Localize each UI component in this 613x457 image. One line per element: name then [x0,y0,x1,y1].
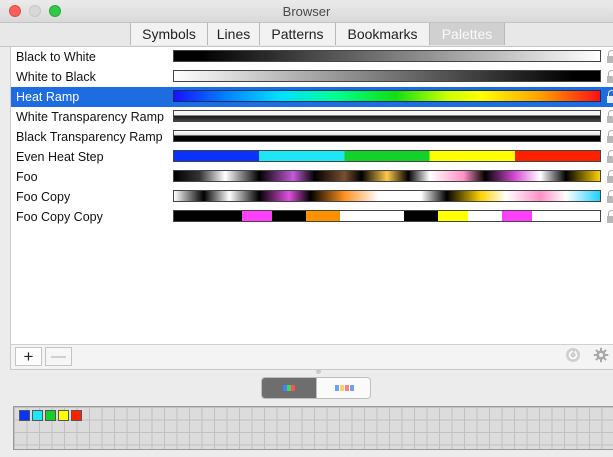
palette-chip-icon [334,385,339,391]
add-palette-button[interactable]: + [15,347,42,366]
palette-name: Black Transparency Ramp [16,130,163,144]
lock-icon [607,90,613,104]
palette-preview [173,70,601,82]
palette-row[interactable]: Foo Copy Copy [11,207,613,227]
palette-preview [173,150,601,162]
palette-preview [173,190,601,202]
palette-name: Black to White [16,50,96,64]
palette-row[interactable]: White Transparency Ramp [11,107,613,127]
window-title: Browser [282,4,331,19]
palette-row[interactable]: Black to White [11,47,613,67]
palette-chip-icon [344,385,349,391]
palette-chip-icon [291,385,295,391]
remove-palette-button[interactable]: — [45,347,72,366]
split-handle-icon[interactable] [316,369,321,374]
lock-icon [607,150,613,164]
swatch-grid[interactable] [13,406,613,450]
tab-lines[interactable]: Lines [208,23,260,45]
tab-bar: Symbols Lines Patterns Bookmarks Palette… [0,23,613,47]
palette-preview [173,130,601,142]
palette-name: Foo [16,170,38,184]
palette-preview [173,210,601,222]
palette-name: White Transparency Ramp [16,110,164,124]
palette-row[interactable]: Even Heat Step [11,147,613,167]
refresh-icon[interactable] [559,347,586,366]
tab-group: Symbols Lines Patterns Bookmarks Palette… [130,23,505,45]
lock-icon [607,170,613,184]
palette-row-selected[interactable]: Heat Ramp [11,87,613,107]
lock-icon [607,110,613,124]
color-swatch[interactable] [45,410,56,421]
lock-icon [607,70,613,84]
color-swatch[interactable] [71,410,82,421]
tab-symbols[interactable]: Symbols [131,23,208,45]
palette-row[interactable]: White to Black [11,67,613,87]
palette-name: Foo Copy Copy [16,210,103,224]
palette-name: Heat Ramp [16,90,80,104]
view-mode-segmented-control[interactable] [261,377,371,399]
palette-name: White to Black [16,70,96,84]
gear-icon[interactable] [587,347,613,366]
tab-palettes[interactable]: Palettes [430,23,504,45]
palette-row[interactable]: Foo [11,167,613,187]
palette-chip-icon [349,385,354,391]
palette-preview [173,90,601,102]
palette-row[interactable]: Black Transparency Ramp [11,127,613,147]
swatch-view-button[interactable] [315,378,370,398]
palette-row[interactable]: Foo Copy [11,187,613,207]
lock-icon [607,210,613,224]
color-swatch[interactable] [19,410,30,421]
gradient-view-button[interactable] [262,378,316,398]
tab-bookmarks[interactable]: Bookmarks [336,23,430,45]
palette-preview [173,170,601,182]
palette-name: Even Heat Step [16,150,104,164]
lock-icon [607,190,613,204]
color-swatch[interactable] [32,410,43,421]
list-footer: + — [10,344,613,370]
palette-list[interactable]: Black to White White to Black Heat Ramp … [10,47,613,344]
palette-preview [173,50,601,62]
lock-icon [607,130,613,144]
title-bar[interactable]: Browser [0,0,613,23]
lock-icon [607,50,613,64]
palette-chip-icon [339,385,344,391]
color-swatch[interactable] [58,410,69,421]
palette-preview [173,110,601,122]
palette-name: Foo Copy [16,190,71,204]
tab-patterns[interactable]: Patterns [260,23,336,45]
